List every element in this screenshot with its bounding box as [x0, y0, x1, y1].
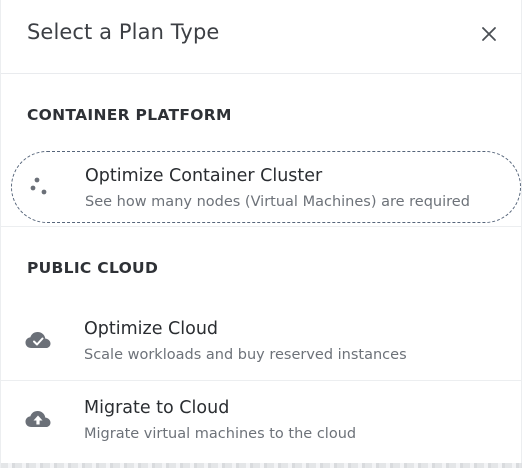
plan-option-label: Migrate to Cloud	[84, 398, 230, 418]
bottom-edge	[1, 463, 522, 468]
plan-option-optimize-cloud[interactable]: Optimize Cloud Scale workloads and buy r…	[11, 305, 521, 377]
plan-option-label: Optimize Container Cluster	[85, 166, 323, 186]
close-icon[interactable]	[475, 20, 503, 48]
plan-option-description: See how many nodes (Virtual Machines) ar…	[85, 194, 470, 210]
section-title-container-platform: CONTAINER PLATFORM	[27, 106, 232, 124]
plan-option-migrate-to-cloud[interactable]: Migrate to Cloud Migrate virtual machine…	[11, 384, 521, 456]
plan-option-description: Migrate virtual machines to the cloud	[84, 426, 357, 442]
plan-option-description: Scale workloads and buy reserved instanc…	[84, 347, 407, 363]
dialog-header: Select a Plan Type	[1, 0, 522, 74]
cloud-upload-icon	[23, 404, 53, 434]
plan-option-optimize-container-cluster[interactable]: Optimize Container Cluster See how many …	[11, 151, 521, 223]
section-title-public-cloud: PUBLIC CLOUD	[27, 259, 159, 277]
divider	[1, 226, 522, 227]
select-plan-type-dialog: Select a Plan Type CONTAINER PLATFORM Op…	[0, 0, 522, 468]
dialog-title: Select a Plan Type	[27, 20, 220, 44]
plan-option-label: Optimize Cloud	[84, 319, 219, 339]
cloud-check-icon	[23, 325, 53, 355]
divider	[1, 380, 522, 381]
container-cluster-icon	[24, 172, 54, 202]
